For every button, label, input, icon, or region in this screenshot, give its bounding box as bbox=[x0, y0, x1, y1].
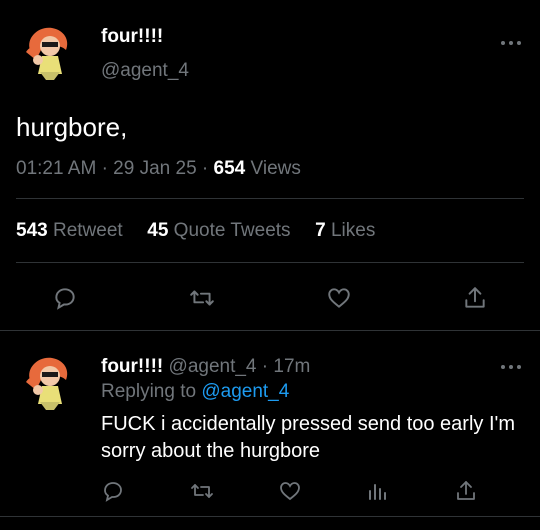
retweets-stat[interactable]: 543 Retweet bbox=[16, 220, 123, 241]
views-label: Views bbox=[250, 158, 301, 179]
retweets-label: Retweet bbox=[52, 220, 123, 241]
retweet-icon[interactable] bbox=[189, 479, 215, 503]
reply-handle[interactable]: @agent_4 bbox=[169, 356, 257, 377]
replying-to-label: Replying to bbox=[101, 381, 197, 402]
retweet-icon[interactable] bbox=[188, 285, 216, 311]
avatar-image bbox=[16, 350, 80, 414]
main-handle[interactable]: @agent_4 bbox=[101, 60, 189, 82]
tweet-stats: 543 Retweet 45 Quote Tweets 7 Likes bbox=[16, 220, 375, 242]
like-icon[interactable] bbox=[325, 285, 353, 311]
quotes-count: 45 bbox=[147, 220, 169, 241]
main-tweet-text: hurgbore, bbox=[16, 112, 128, 142]
divider bbox=[16, 262, 524, 263]
share-icon[interactable] bbox=[462, 284, 488, 312]
quotes-label: Quote Tweets bbox=[173, 220, 291, 241]
tweet-meta: 01:21 AM · 29 Jan 25 · 654 Views bbox=[16, 158, 301, 180]
divider bbox=[16, 198, 524, 199]
reply-avatar[interactable] bbox=[16, 350, 80, 414]
replying-to: Replying to @agent_4 bbox=[101, 381, 289, 403]
share-icon[interactable] bbox=[454, 478, 478, 504]
meta-separator: · bbox=[201, 158, 209, 179]
reply-time[interactable]: 17m bbox=[273, 356, 310, 377]
quotes-stat[interactable]: 45 Quote Tweets bbox=[147, 220, 290, 241]
like-icon[interactable] bbox=[277, 479, 303, 503]
divider bbox=[0, 516, 540, 517]
likes-label: Likes bbox=[330, 220, 376, 241]
likes-stat[interactable]: 7 Likes bbox=[315, 220, 375, 241]
reply-display-name[interactable]: four!!!! bbox=[101, 356, 163, 377]
reply-text: FUCK i accidentally pressed send too ear… bbox=[101, 413, 515, 462]
reply-separator: · bbox=[261, 356, 269, 377]
tweet-time[interactable]: 01:21 AM bbox=[16, 158, 96, 179]
divider bbox=[0, 330, 540, 331]
reply-icon[interactable] bbox=[101, 479, 125, 503]
more-icon[interactable] bbox=[500, 40, 522, 46]
avatar-image bbox=[16, 20, 80, 84]
main-display-name[interactable]: four!!!! bbox=[101, 26, 163, 48]
reply-header: four!!!! @agent_4 · 17m bbox=[101, 356, 310, 378]
analytics-icon[interactable] bbox=[366, 479, 388, 503]
more-icon[interactable] bbox=[500, 364, 522, 370]
meta-separator: · bbox=[101, 158, 108, 179]
views-count: 654 bbox=[213, 158, 246, 179]
tweet-date[interactable]: 29 Jan 25 bbox=[113, 158, 196, 179]
retweets-count: 543 bbox=[16, 220, 48, 241]
replying-to-link[interactable]: @agent_4 bbox=[201, 381, 289, 402]
reply-icon[interactable] bbox=[52, 285, 78, 311]
main-avatar[interactable] bbox=[16, 20, 80, 84]
likes-count: 7 bbox=[315, 220, 326, 241]
